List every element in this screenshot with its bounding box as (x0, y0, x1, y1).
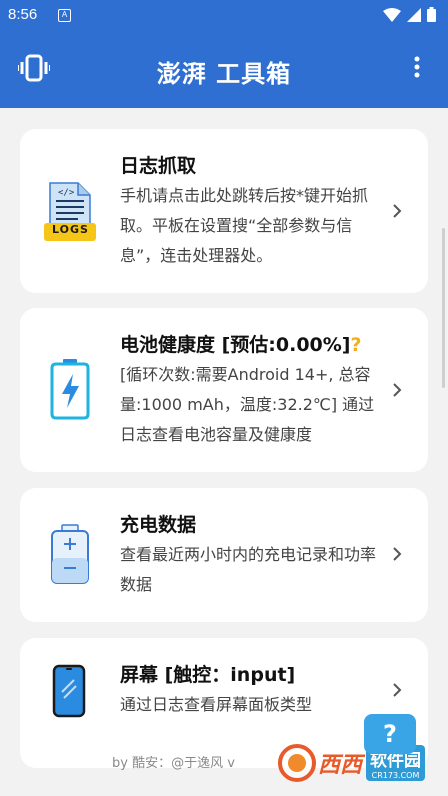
wifi-icon (383, 7, 401, 22)
card-title: 屏幕 [触控：input] (120, 664, 296, 686)
card-charging-data[interactable]: 充电数据 查看最近两小时内的充电记录和功率数据 (20, 488, 428, 622)
logs-icon-label: LOGS (52, 223, 89, 236)
svg-text:</>: </> (58, 188, 75, 198)
watermark-box-url: CR173.COM (371, 771, 420, 780)
status-icons (383, 7, 436, 22)
battery-charging-icon (50, 359, 90, 420)
watermark-logo-icon (278, 744, 316, 782)
battery-plus-minus-icon (51, 524, 89, 584)
help-fab-button[interactable]: ? (364, 714, 416, 754)
watermark-text: 西西 (318, 753, 363, 778)
app-title: 澎湃 工具箱 (156, 60, 292, 88)
status-bar: 8:56 A (0, 0, 448, 32)
chevron-right-icon (393, 204, 402, 218)
card-description: [循环次数:需要Android 14+, 总容量:1000 mAh，温度:32.… (120, 365, 375, 444)
scrollbar[interactable] (442, 228, 445, 388)
status-time: 8:56 (8, 6, 38, 23)
help-badge[interactable]: ? (351, 334, 362, 356)
card-description: 通过日志查看屏幕面板类型 (120, 695, 313, 714)
card-title: 电池健康度 [预估:0.00%]? (120, 330, 362, 357)
card-title: 充电数据 (120, 514, 197, 536)
card-log-capture[interactable]: </> LOGS 日志抓取 手机请点击此处跳转后按*键开始抓取。平板在设置搜“全… (20, 129, 428, 293)
chevron-right-icon (393, 683, 402, 697)
battery-health-title: 电池健康度 [预估:0.00%] (120, 334, 351, 356)
chevron-right-icon (393, 547, 402, 561)
notification-icon: A (58, 9, 71, 22)
content-area[interactable]: </> LOGS 日志抓取 手机请点击此处跳转后按*键开始抓取。平板在设置搜“全… (0, 108, 448, 796)
battery-icon (427, 7, 436, 22)
phone-screen-icon (52, 664, 86, 718)
chevron-right-icon (393, 383, 402, 397)
card-description: 手机请点击此处跳转后按*键开始抓取。平板在设置搜“全部参数与信息”，连击处理器处… (120, 186, 369, 265)
card-description: 查看最近两小时内的充电记录和功率数据 (120, 545, 377, 594)
card-title: 日志抓取 (120, 155, 197, 177)
more-vert-icon[interactable] (414, 56, 420, 78)
signal-icon (407, 7, 421, 22)
app-bar: 澎湃 工具箱 (0, 32, 448, 108)
card-battery-health[interactable]: 电池健康度 [预估:0.00%]? [循环次数:需要Android 14+, 总… (20, 308, 428, 472)
